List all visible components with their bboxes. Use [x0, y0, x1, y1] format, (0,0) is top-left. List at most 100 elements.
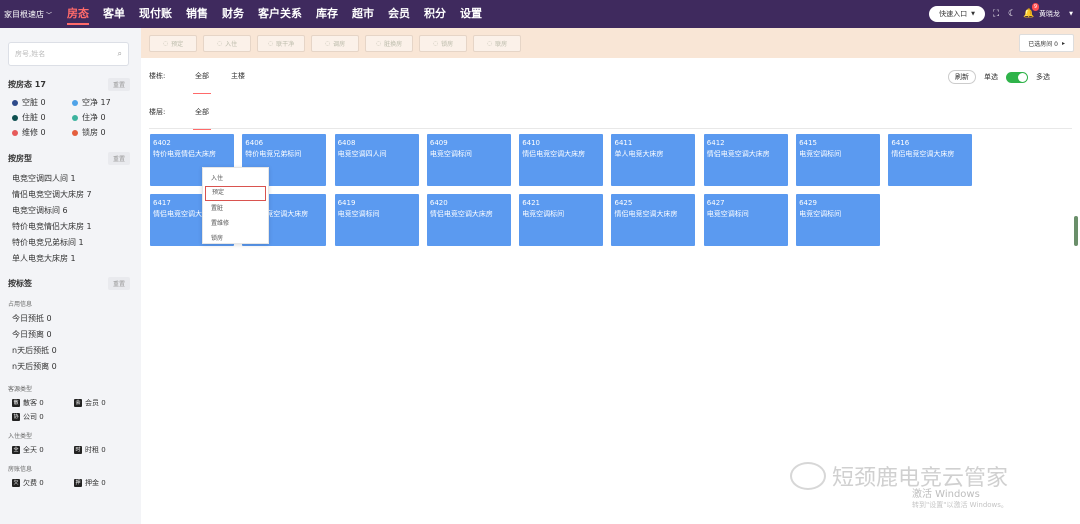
room-status-label: 住脏 0 — [22, 113, 46, 122]
wechat-icon — [790, 462, 826, 490]
room-type-reset-button[interactable]: 重置 — [107, 152, 130, 165]
room-grid: 6402 特价电竞情侣大床房 6406 特价电竞兄弟标间 6408 电竞空调四人间 6409… — [150, 134, 973, 246]
room-type-item[interactable]: 特价电竞兄弟标间 1 — [12, 235, 130, 251]
nav-item-0[interactable]: 房态 — [60, 0, 96, 28]
room-status-item[interactable]: 住净 0 — [72, 112, 132, 123]
checkin-item[interactable]: 时时租 0 — [74, 445, 134, 455]
context-menu-item[interactable]: 预定 — [205, 186, 266, 201]
room-card[interactable]: 6415 电竞空调标间 — [796, 134, 881, 186]
source-badge-icon: 协 — [12, 413, 20, 421]
nav-item-3[interactable]: 销售 — [179, 0, 215, 28]
room-number: 6412 — [706, 139, 725, 147]
room-status-item[interactable]: 锁房 0 — [72, 127, 132, 138]
nav-item-5[interactable]: 客户关系 — [251, 0, 309, 28]
select-mode-toggle[interactable] — [1006, 71, 1028, 83]
action-button-5[interactable]: ◌ 锁房 — [419, 34, 467, 52]
action-button-4[interactable]: ◌ 脏换房 — [365, 34, 413, 52]
account-item[interactable]: 押押金 0 — [74, 478, 134, 488]
search-input[interactable]: 房号,姓名 ⌕ — [8, 42, 129, 66]
user-menu[interactable]: 黄晓龙 — [1039, 9, 1060, 19]
source-badge-icon: 会 — [74, 399, 82, 407]
nav-item-7[interactable]: 超市 — [345, 0, 381, 28]
nav-item-6[interactable]: 库存 — [309, 0, 345, 28]
room-status-item[interactable]: 空净 17 — [72, 97, 132, 108]
room-card[interactable]: 6429 电竞空调标间 — [796, 194, 881, 246]
context-menu-item[interactable]: 置维修 — [205, 216, 266, 231]
room-status-item[interactable]: 住脏 0 — [12, 112, 72, 123]
occupancy-item[interactable]: 今日预离 0 — [12, 327, 130, 343]
room-type-item[interactable]: 电竞空调四人间 1 — [12, 171, 130, 187]
nav-item-8[interactable]: 会员 — [381, 0, 417, 28]
room-type: 电竞空调标间 — [522, 210, 565, 218]
source-item[interactable]: 会会员 0 — [74, 398, 134, 408]
selected-rooms-button[interactable]: 已选房间 0 ▸ — [1019, 34, 1074, 52]
floor-label: 楼层: — [149, 108, 166, 116]
room-card[interactable]: 6425 情侣电竞空调大床房 — [611, 194, 696, 246]
room-card[interactable]: 6420 情侣电竞空调大床房 — [426, 194, 511, 246]
checkin-badge-icon: 时 — [74, 446, 82, 454]
action-button-2[interactable]: ◌ 联干净 — [257, 34, 305, 52]
room-number: 6425 — [614, 199, 633, 207]
action-button-0[interactable]: ◌ 预定 — [149, 34, 197, 52]
occupancy-item[interactable]: n天后预抵 0 — [12, 343, 130, 359]
room-card[interactable]: 6411 单人电竞大床房 — [611, 134, 696, 186]
bell-icon[interactable]: 🔔 9 — [1023, 3, 1039, 19]
room-card[interactable]: 6421 电竞空调标间 — [519, 194, 604, 246]
action-button-3[interactable]: ◌ 调房 — [311, 34, 359, 52]
theme-icon[interactable]: ☾ — [1007, 9, 1017, 19]
source-item[interactable]: 散散客 0 — [12, 398, 74, 408]
occupancy-item[interactable]: 今日预抵 0 — [12, 311, 130, 327]
room-status-label: 空脏 0 — [22, 98, 46, 107]
store-selector[interactable]: 家目根速店 ﹀ — [0, 9, 60, 20]
source-badge-icon: 散 — [12, 399, 20, 407]
tags-reset-button[interactable]: 重置 — [107, 277, 130, 290]
occupancy-item[interactable]: n天后预离 0 — [12, 359, 130, 375]
tags-header: 按标签 重置 — [8, 277, 130, 290]
building-tab-main[interactable]: 主楼 — [223, 70, 253, 82]
nav-item-1[interactable]: 客单 — [96, 0, 132, 28]
checkin-item[interactable]: 全全天 0 — [12, 445, 74, 455]
fullscreen-icon[interactable]: ⛶ — [991, 9, 1001, 19]
context-menu-item[interactable]: 入住 — [205, 171, 266, 186]
action-button-6[interactable]: ◌ 联房 — [473, 34, 521, 52]
room-type-item[interactable]: 单人电竞大床房 1 — [12, 251, 130, 267]
nav-item-4[interactable]: 财务 — [215, 0, 251, 28]
account-item[interactable]: 欠欠费 0 — [12, 478, 74, 488]
room-card[interactable]: 6416 情侣电竞空调大床房 — [888, 134, 973, 186]
room-status-reset-button[interactable]: 重置 — [107, 78, 130, 91]
search-icon[interactable]: ⌕ — [118, 49, 122, 59]
action-icon: ◌ — [432, 39, 439, 47]
activate-windows-hint: 转到"设置"以激活 Windows。 — [912, 501, 1008, 509]
room-type: 单人电竞大床房 — [614, 150, 664, 158]
room-card[interactable]: 6410 情侣电竞空调大床房 — [519, 134, 604, 186]
floor-tab-all[interactable]: 全部 — [187, 106, 217, 130]
room-type-item[interactable]: 电竞空调标间 6 — [12, 203, 130, 219]
nav-item-2[interactable]: 现付账 — [132, 0, 179, 28]
room-type-item[interactable]: 情侣电竞空调大床房 7 — [12, 187, 130, 203]
refresh-button[interactable]: 刷新 — [948, 70, 976, 84]
room-number: 6409 — [429, 139, 448, 147]
room-card[interactable]: 6419 电竞空调标间 — [334, 194, 419, 246]
room-type: 电竞空调标间 — [799, 150, 842, 158]
room-type: 电竞空调标间 — [799, 210, 842, 218]
room-type: 情侣电竞空调大床房 — [891, 150, 955, 158]
context-menu-item[interactable]: 置脏 — [205, 201, 266, 216]
room-card[interactable]: 6427 电竞空调标间 — [703, 194, 788, 246]
nav-item-9[interactable]: 积分 — [417, 0, 453, 28]
room-type-item[interactable]: 特价电竞情侣大床房 1 — [12, 219, 130, 235]
account-badge-icon: 押 — [74, 479, 82, 487]
quick-entry-button[interactable]: 快速入口 ▼ — [929, 6, 985, 22]
building-tab-all[interactable]: 全部 — [187, 70, 217, 94]
action-button-1[interactable]: ◌ 入住 — [203, 34, 251, 52]
scrollbar-thumb[interactable] — [1074, 216, 1078, 246]
room-card[interactable]: 6412 情侣电竞空调大床房 — [703, 134, 788, 186]
room-type: 情侣电竞空调大床房 — [706, 150, 770, 158]
room-card[interactable]: 6409 电竞空调标间 — [426, 134, 511, 186]
nav-item-10[interactable]: 设置 — [453, 0, 489, 28]
room-status-item[interactable]: 空脏 0 — [12, 97, 72, 108]
action-label: 入住 — [225, 40, 238, 48]
context-menu-item[interactable]: 锁房 — [205, 231, 266, 246]
room-card[interactable]: 6408 电竞空调四人间 — [334, 134, 419, 186]
room-status-item[interactable]: 维修 0 — [12, 127, 72, 138]
source-item[interactable]: 协公司 0 — [12, 412, 74, 422]
